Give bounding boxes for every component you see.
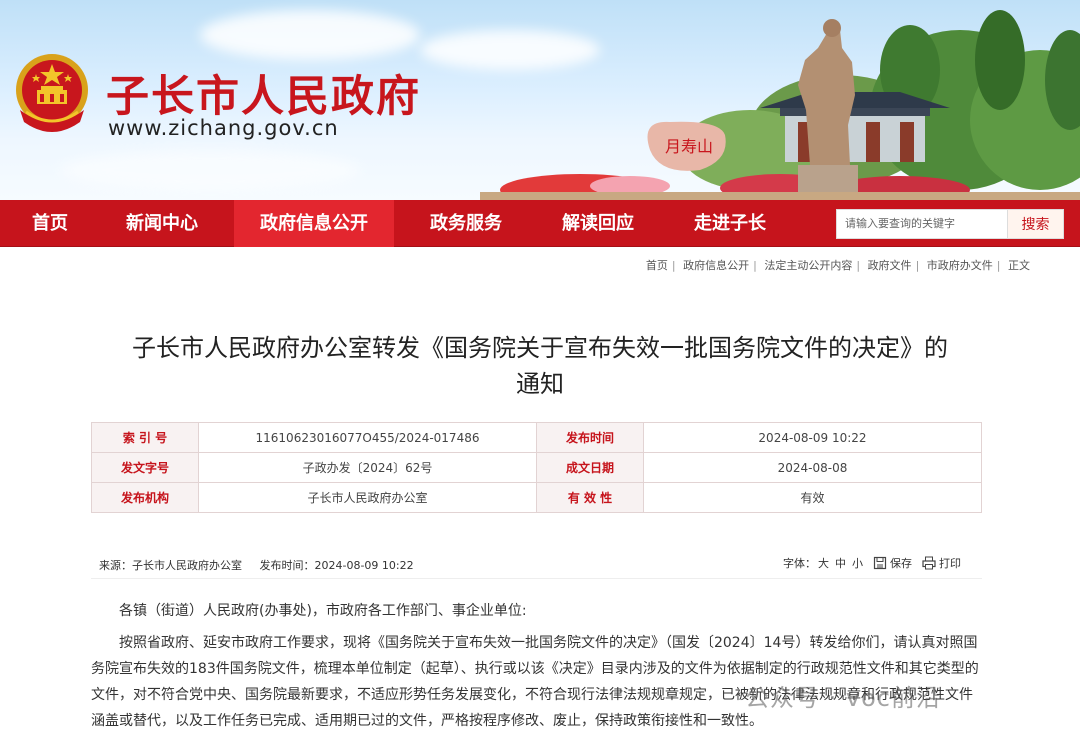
- org-value: 子长市人民政府办公室: [198, 482, 537, 513]
- document-title-line: 子长市人民政府办公室转发《国务院关于宣布失效一批国务院文件的决定》的: [132, 334, 948, 362]
- font-medium-button[interactable]: 中: [835, 555, 846, 571]
- watermark: 公众号 · voc前沿: [745, 684, 941, 712]
- valid-label: 有 效 性: [536, 482, 644, 513]
- document-info-table: 索 引 号 11610623016077O455/2024-017486 发布时…: [91, 422, 982, 513]
- banner-scenery-illustration: 月寿山: [480, 10, 1080, 200]
- table-row: 索 引 号 11610623016077O455/2024-017486 发布时…: [91, 422, 982, 453]
- search-input[interactable]: 请输入要查询的关键字: [836, 209, 1008, 239]
- index-label: 索 引 号: [91, 422, 199, 453]
- valid-value: 有效: [643, 482, 982, 513]
- pubtime-text: 发布时间：2024-08-09 10:22: [259, 559, 414, 572]
- date-label: 成文日期: [536, 452, 644, 483]
- svg-text:月寿山: 月寿山: [665, 137, 713, 156]
- document-title: 子长市人民政府办公室转发《国务院关于宣布失效一批国务院文件的决定》的 通知: [60, 330, 1020, 402]
- nav-item-news[interactable]: 新闻中心: [100, 200, 224, 247]
- nav-item-gov-info[interactable]: 政府信息公开: [234, 200, 394, 247]
- font-small-button[interactable]: 小: [852, 555, 863, 571]
- breadcrumb-item[interactable]: 法定主动公开内容: [764, 259, 852, 272]
- article-body: 各镇（街道）人民政府(办事处)，市政府各工作部门、事企业单位: 按照省政府、延安…: [91, 598, 982, 738]
- pubtime-value: 2024-08-09 10:22: [643, 422, 982, 453]
- search-button[interactable]: 搜索: [1008, 209, 1064, 239]
- save-button[interactable]: 保存: [890, 555, 912, 571]
- article-tools: 字体： 大 中 小 保存 打印: [783, 555, 961, 571]
- site-title: 子长市人民政府: [106, 72, 421, 122]
- article-meta: 来源：子长市人民政府办公室 发布时间：2024-08-09 10:22: [99, 557, 414, 573]
- cloud-decoration: [200, 10, 420, 60]
- breadcrumb-item[interactable]: 首页: [646, 259, 668, 272]
- font-large-button[interactable]: 大: [818, 555, 829, 571]
- site-url: www.zichang.gov.cn: [108, 116, 339, 140]
- index-value: 11610623016077O455/2024-017486: [198, 422, 537, 453]
- table-row: 发布机构 子长市人民政府办公室 有 效 性 有效: [91, 482, 982, 513]
- date-value: 2024-08-08: [643, 452, 982, 483]
- nav-item-home[interactable]: 首页: [0, 200, 100, 247]
- breadcrumb-item[interactable]: 政府文件: [868, 259, 912, 272]
- print-button[interactable]: 打印: [939, 555, 961, 571]
- nav-item-interpretation[interactable]: 解读回应: [544, 200, 652, 247]
- font-size-label: 字体：: [783, 557, 816, 570]
- table-row: 发文字号 子政办发〔2024〕62号 成文日期 2024-08-08: [91, 452, 982, 483]
- breadcrumb-current: 正文: [1008, 259, 1030, 272]
- cloud-decoration: [60, 150, 360, 190]
- save-icon[interactable]: [873, 556, 887, 570]
- docno-value: 子政办发〔2024〕62号: [198, 452, 537, 483]
- nav-item-about[interactable]: 走进子长: [676, 200, 784, 247]
- divider: [91, 578, 982, 579]
- print-icon[interactable]: [922, 556, 936, 570]
- breadcrumb-item[interactable]: 市政府办文件: [927, 259, 993, 272]
- national-emblem-icon: [16, 54, 88, 132]
- source-text: 来源：子长市人民政府办公室: [99, 559, 242, 572]
- docno-label: 发文字号: [91, 452, 199, 483]
- pubtime-label: 发布时间: [536, 422, 644, 453]
- document-title-line: 通知: [516, 370, 564, 398]
- org-label: 发布机构: [91, 482, 199, 513]
- breadcrumb: 首页 | 政府信息公开 | 法定主动公开内容 | 政府文件 | 市政府办文件 | 正文: [645, 259, 1030, 272]
- salutation: 各镇（街道）人民政府(办事处)，市政府各工作部门、事企业单位:: [119, 603, 527, 619]
- nav-item-services[interactable]: 政务服务: [410, 200, 522, 247]
- site-banner: 子长市人民政府 www.zichang.gov.cn 月寿山: [0, 0, 1080, 200]
- breadcrumb-item[interactable]: 政府信息公开: [683, 259, 749, 272]
